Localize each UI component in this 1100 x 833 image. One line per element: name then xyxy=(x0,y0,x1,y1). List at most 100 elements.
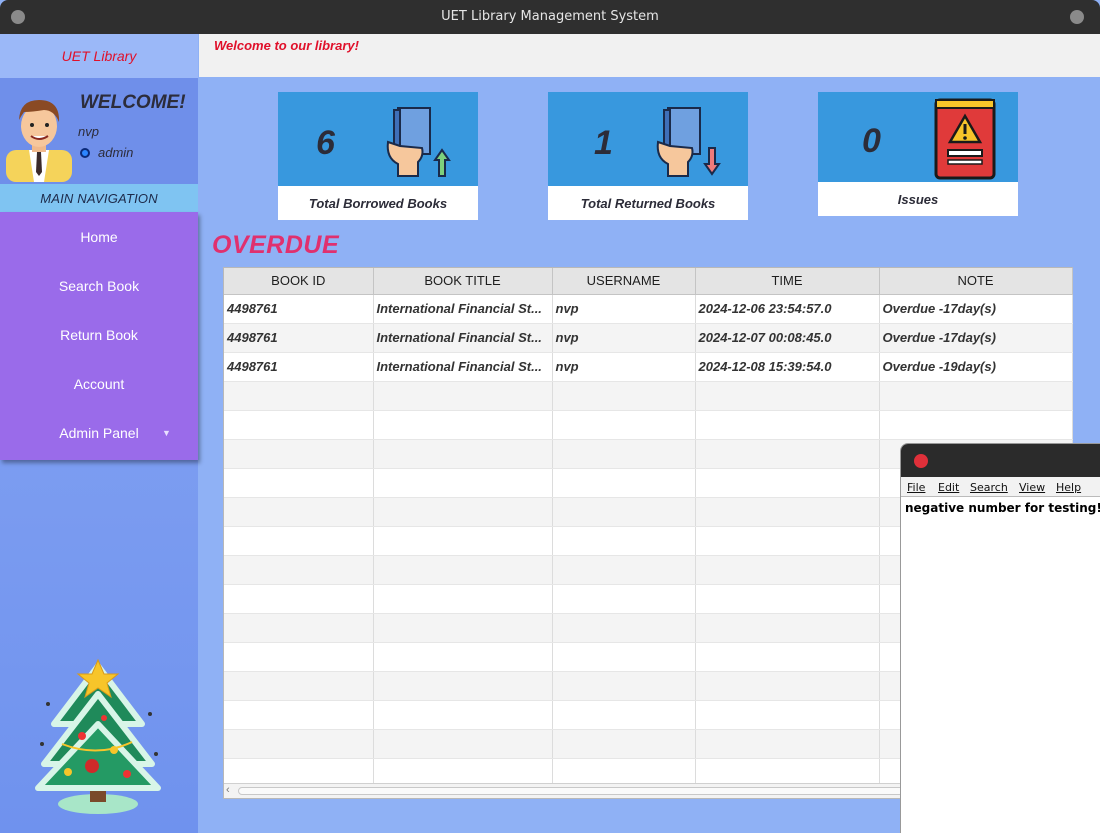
nav-item-label: Search Book xyxy=(58,277,140,294)
table-cell xyxy=(695,584,880,614)
card-borrowed[interactable]: 6 Total Borrowed Books xyxy=(278,92,478,220)
welcome-message: Welcome to our library! xyxy=(214,38,359,53)
table-cell xyxy=(224,642,374,672)
table-cell xyxy=(552,381,696,411)
table-cell xyxy=(373,642,553,672)
menu-view[interactable]: View xyxy=(1019,481,1045,494)
table-cell: nvp xyxy=(552,323,696,353)
editor-close-button[interactable] xyxy=(914,454,928,468)
table-cell: Overdue -17day(s) xyxy=(879,294,1073,324)
nav-item-label: Home xyxy=(80,228,118,245)
table-cell: Overdue -19day(s) xyxy=(879,352,1073,382)
table-cell xyxy=(695,526,880,556)
nav-item-home[interactable]: Home xyxy=(0,212,198,261)
title-bar: UET Library Management System xyxy=(0,0,1100,34)
table-row[interactable]: 4498761 International Financial St... nv… xyxy=(224,352,1073,382)
editor-title-bar xyxy=(901,444,1100,477)
table-cell xyxy=(552,700,696,730)
table-cell xyxy=(224,729,374,759)
user-profile: WELCOME! nvp admin xyxy=(0,78,198,184)
menu-search[interactable]: Search xyxy=(970,481,1008,494)
card-issues[interactable]: 0 Issues xyxy=(818,92,1018,216)
nav-item-label: Account xyxy=(73,375,125,392)
table-cell xyxy=(552,671,696,701)
nav-header: MAIN NAVIGATION xyxy=(0,184,198,212)
nav-item-search-book[interactable]: Search Book xyxy=(0,261,198,310)
table-cell xyxy=(552,729,696,759)
nav-item-return-book[interactable]: Return Book xyxy=(0,310,198,359)
table-empty-row[interactable] xyxy=(224,381,1073,411)
scroll-left-icon[interactable]: ‹ xyxy=(226,784,230,796)
table-cell xyxy=(879,381,1073,411)
table-cell xyxy=(224,584,374,614)
menu-help[interactable]: Help xyxy=(1056,481,1081,494)
table-cell xyxy=(695,555,880,585)
editor-text-area[interactable]: negative number for testing! xyxy=(905,500,1100,515)
table-cell xyxy=(552,410,696,440)
table-cell xyxy=(695,700,880,730)
editor-text: negative number for testing! xyxy=(905,501,1100,515)
table-cell: 4498761 xyxy=(224,294,374,324)
table-cell: International Financial St... xyxy=(373,294,553,324)
column-header[interactable]: USERNAME xyxy=(552,268,696,295)
chevron-down-icon: ▼ xyxy=(162,427,171,438)
online-status-icon xyxy=(80,148,90,158)
menu-edit[interactable]: Edit xyxy=(938,481,959,494)
table-cell: nvp xyxy=(552,352,696,382)
brand-label: UET Library xyxy=(0,34,198,78)
table-cell xyxy=(552,584,696,614)
table-cell: 2024-12-07 00:08:45.0 xyxy=(695,323,880,353)
table-empty-row[interactable] xyxy=(224,410,1073,440)
table-cell xyxy=(224,700,374,730)
table-cell xyxy=(373,381,553,411)
table-cell: 2024-12-06 23:54:57.0 xyxy=(695,294,880,324)
table-cell xyxy=(224,439,374,469)
column-header[interactable]: TIME xyxy=(695,268,880,295)
table-cell xyxy=(373,584,553,614)
table-cell xyxy=(695,468,880,498)
table-cell xyxy=(695,381,880,411)
table-row[interactable]: 4498761 International Financial St... nv… xyxy=(224,323,1073,353)
nav-item-label: Admin Panel xyxy=(59,424,139,441)
column-header[interactable]: BOOK ID xyxy=(224,268,374,295)
table-cell xyxy=(552,613,696,643)
menu-file[interactable]: File xyxy=(907,481,925,494)
section-title: OVERDUE xyxy=(212,231,340,259)
table-cell xyxy=(695,497,880,527)
borrow-book-icon xyxy=(386,107,451,177)
nav-item-account[interactable]: Account xyxy=(0,359,198,408)
column-header[interactable]: BOOK TITLE xyxy=(373,268,553,295)
card-value: 6 xyxy=(316,124,335,162)
table-cell xyxy=(695,410,880,440)
table-cell xyxy=(695,613,880,643)
table-cell xyxy=(552,526,696,556)
nav-menu: Home Search Book Return Book Account Adm… xyxy=(0,212,198,460)
nav-item-admin-panel[interactable]: Admin Panel ▼ xyxy=(0,408,198,457)
app-window: UET Library Management System UET Librar… xyxy=(0,0,1100,833)
table-header-row: BOOK ID BOOK TITLE USERNAME TIME NOTE xyxy=(224,268,1073,295)
table-cell xyxy=(552,642,696,672)
table-cell xyxy=(373,729,553,759)
role-label: admin xyxy=(98,145,134,160)
table-row[interactable]: 4498761 International Financial St... nv… xyxy=(224,294,1073,324)
table-cell xyxy=(552,555,696,585)
table-cell xyxy=(552,439,696,469)
column-header[interactable]: NOTE xyxy=(879,268,1073,295)
card-returned[interactable]: 1 Total Returned Books xyxy=(548,92,748,220)
table-cell xyxy=(224,555,374,585)
window-close-button[interactable] xyxy=(1070,10,1084,24)
table-cell: nvp xyxy=(552,294,696,324)
text-editor-window: File Edit Search View Help negative numb… xyxy=(900,443,1100,833)
table-cell xyxy=(552,497,696,527)
card-label: Total Borrowed Books xyxy=(308,196,448,211)
table-cell xyxy=(224,671,374,701)
table-cell xyxy=(373,671,553,701)
christmas-tree-icon xyxy=(35,658,161,814)
table-cell xyxy=(552,468,696,498)
table-cell xyxy=(695,671,880,701)
welcome-heading: WELCOME! xyxy=(80,92,186,113)
return-book-icon xyxy=(656,107,721,177)
table-cell xyxy=(224,497,374,527)
card-value: 1 xyxy=(594,124,613,162)
table-cell: 2024-12-08 15:39:54.0 xyxy=(695,352,880,382)
